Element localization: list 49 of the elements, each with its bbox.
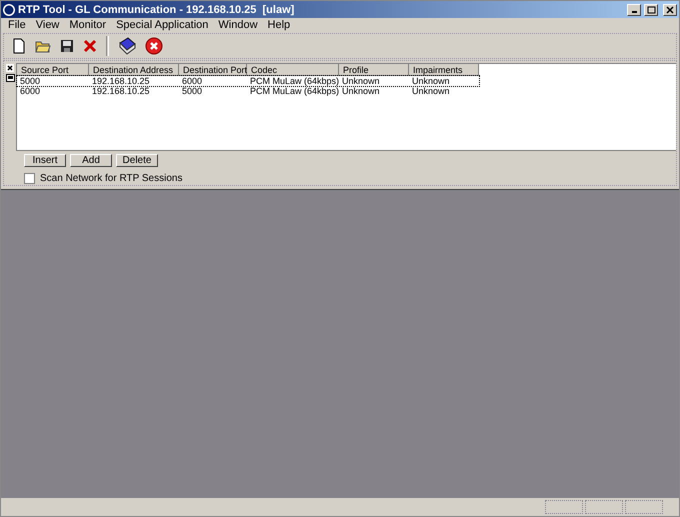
- new-file-icon[interactable]: [12, 38, 26, 54]
- action-button[interactable]: Delete: [116, 154, 158, 167]
- pin-icon[interactable]: [6, 74, 14, 82]
- status-panel: [625, 500, 663, 514]
- column-header[interactable]: Profile: [339, 64, 409, 76]
- status-panel: [585, 500, 623, 514]
- folder-icon[interactable]: [35, 39, 51, 53]
- close-icon: [666, 6, 674, 14]
- scan-checkbox[interactable]: [24, 173, 35, 184]
- minimize-button[interactable]: [627, 4, 641, 16]
- close-icon[interactable]: [6, 64, 14, 72]
- table-cell-text: Unknown: [341, 76, 381, 86]
- column-header[interactable]: Codec: [247, 64, 339, 76]
- action-button[interactable]: Add: [70, 154, 112, 167]
- maximize-button[interactable]: [644, 4, 658, 16]
- menu-item[interactable]: Window: [213, 19, 263, 31]
- column-header[interactable]: Destination Address: [89, 64, 179, 76]
- minimize-icon: [632, 11, 636, 13]
- menu-item[interactable]: Help: [262, 19, 296, 31]
- table-cell-text: Unknown: [341, 86, 381, 96]
- column-header[interactable]: Source Port: [17, 64, 89, 76]
- app-logo-icon: [3, 4, 15, 16]
- table-cell-text: PCM MuLaw (64kbps): [249, 86, 339, 96]
- selected-row[interactable]: 5000 192.168.10.25 6000 PCM MuLaw (64kbps) Unknown Unknown: [17, 76, 479, 86]
- menu-item[interactable]: File: [3, 19, 31, 31]
- menu-item[interactable]: Special Application: [111, 19, 214, 31]
- book-icon[interactable]: [118, 37, 136, 55]
- table-cell-text: PCM MuLaw (64kbps): [249, 76, 339, 86]
- menu-item[interactable]: Monitor: [64, 19, 112, 31]
- checkbox-label[interactable]: Scan Network for RTP Sessions: [40, 173, 182, 184]
- stop-icon[interactable]: [145, 37, 163, 55]
- table-cell-text: 6000: [19, 86, 42, 96]
- maximize-icon: [646, 6, 656, 14]
- table-cell-text: Unknown: [411, 86, 451, 96]
- status-panel: [545, 500, 583, 514]
- table-cell-text: Unknown: [411, 76, 451, 86]
- close-button[interactable]: [663, 4, 677, 16]
- window-title: RTP Tool - GL Communication - 192.168.10.25 [ulaw]: [18, 4, 296, 16]
- delete-icon[interactable]: [83, 39, 97, 53]
- table-cell-text: 192.168.10.25: [91, 86, 151, 96]
- table-cell-text: 192.168.10.25: [91, 76, 151, 86]
- table-cell-text: 6000: [181, 76, 204, 86]
- save-icon[interactable]: [60, 39, 74, 53]
- action-button[interactable]: Insert: [24, 154, 66, 167]
- menu-item[interactable]: View: [30, 19, 64, 31]
- table-cell-text: 5000: [19, 76, 42, 86]
- column-header[interactable]: Impairments: [409, 64, 479, 76]
- table-cell-text: 5000: [181, 86, 204, 96]
- column-header[interactable]: Destination Port: [179, 64, 247, 76]
